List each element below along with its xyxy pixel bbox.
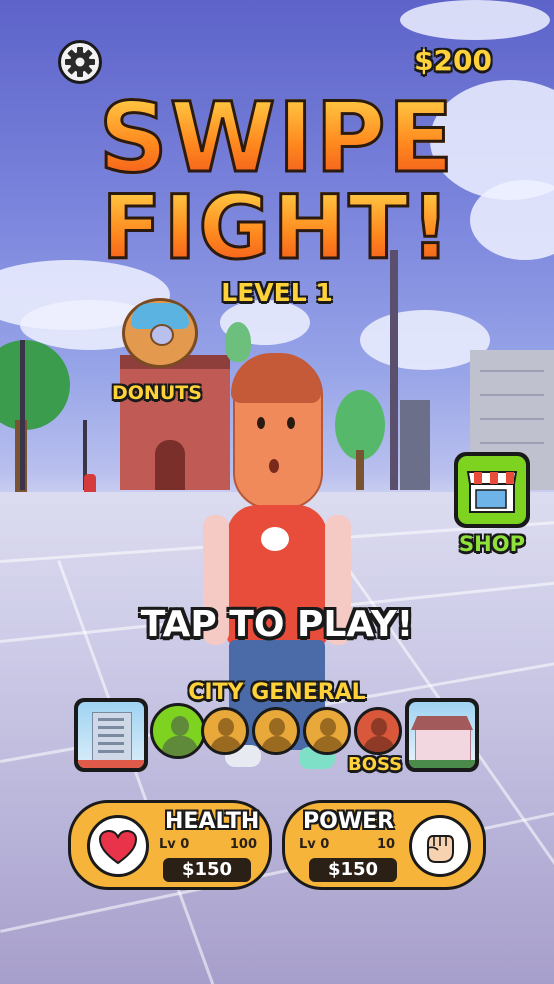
opponent-silhouette-body [261,736,293,752]
level-label: LEVEL 1 [221,278,333,307]
health-title: HEALTH [165,809,260,834]
power-upgrade-button[interactable]: POWER Lv 0 10 $150 [282,800,486,890]
donut-sign [122,298,198,368]
stage-end-thumbnail [405,698,479,772]
tree [0,340,70,430]
shop-label: SHOP [459,532,525,556]
opponent-slot [303,707,351,755]
opponent-slot [252,707,300,755]
shop-button[interactable]: SHOP [452,452,532,562]
game-title-line1: SWIPE [0,87,554,190]
power-icon-circle [409,815,471,877]
boss-label: BOSS [348,754,403,775]
money-counter: $200 [414,44,492,77]
cloud [400,0,550,40]
opponent-silhouette-body [162,736,198,756]
opponent-silhouette-head [218,718,234,736]
opponent-silhouette-head [171,716,189,736]
opponent-silhouette-body [363,736,395,752]
tap-to-play-prompt[interactable]: TAP TO PLAY! [0,604,554,645]
donuts-sign-text: DONUTS [112,382,202,404]
opponent-silhouette-body [312,736,344,752]
game-title-line2: FIGHT! [0,180,554,275]
character-mouth [269,459,279,473]
character-eyes [257,417,265,429]
power-level: Lv 0 [299,837,330,852]
health-value: 100 [229,837,257,852]
opponent-silhouette-head [320,718,336,736]
opponent-silhouette-head [269,718,285,736]
skull-icon [261,527,289,551]
building-floors [480,370,544,372]
bus-stop [400,400,430,490]
health-level: Lv 0 [159,837,190,852]
tree-trunk [356,450,364,490]
lamp-post [20,340,25,490]
power-price: $150 [309,858,397,882]
fist-icon [427,835,454,863]
character-hair [231,353,321,403]
power-title: POWER [303,809,395,834]
health-icon-circle [87,815,149,877]
health-upgrade-button[interactable]: HEALTH Lv 0 100 $150 [68,800,272,890]
shop-door [155,440,185,490]
stage-start-thumbnail [74,698,148,772]
settings-button[interactable] [58,40,102,84]
shop-icon [466,471,518,513]
gear-icon [65,47,95,77]
current-opponent-slot [150,703,206,759]
heart-icon [98,829,138,865]
opponent-silhouette-head [371,718,387,736]
opponent-silhouette-body [210,736,242,752]
boss-opponent-slot [354,707,402,755]
health-price: $150 [163,858,251,882]
opponent-slot [201,707,249,755]
power-value: 10 [377,837,396,852]
